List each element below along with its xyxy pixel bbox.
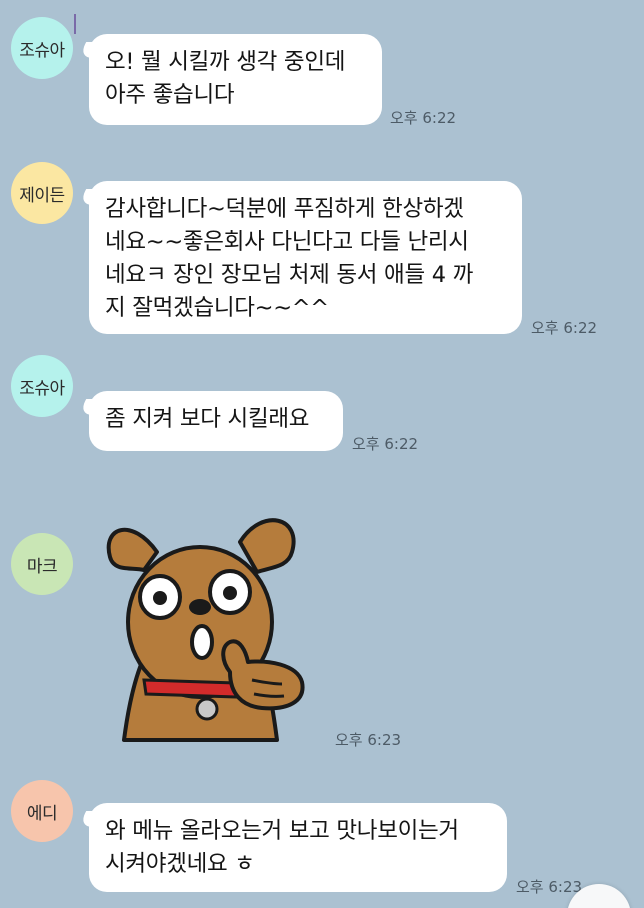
message-time: 오후 6:22 — [352, 435, 419, 453]
avatar-label: 에디 — [26, 803, 58, 824]
message-bubble[interactable]: 오! 뭘 시킬까 생각 중인데 아주 좋습니다 — [89, 34, 382, 125]
avatar-label: 조슈아 — [19, 378, 65, 399]
avatar-label: 마크 — [26, 556, 58, 577]
message-time: 오후 6:23 — [516, 878, 583, 896]
message-time: 오후 6:22 — [390, 109, 457, 127]
dog-sticker-illustration — [106, 518, 305, 742]
chat-room: 조슈아 오! 뭘 시킬까 생각 중인데 아주 좋습니다 오후 6:22 제이든 … — [0, 0, 644, 908]
message-time: 오후 6:22 — [531, 319, 598, 337]
message-bubble[interactable]: 감사합니다~덕분에 푸짐하게 한상하겠 네요~~좋은회사 다닌다고 다들 난리시… — [89, 181, 522, 334]
avatar-label: 조슈아 — [19, 40, 65, 61]
avatar-josua[interactable]: 조슈아 — [11, 355, 73, 417]
avatar-josua[interactable]: 조슈아 — [11, 17, 73, 79]
avatar-mark[interactable]: 마크 — [11, 533, 73, 595]
message-bubble[interactable]: 좀 지켜 보다 시킬래요 — [89, 391, 343, 451]
message-time: 오후 6:23 — [335, 731, 402, 749]
text-cursor — [74, 14, 76, 34]
avatar-label: 제이든 — [19, 185, 65, 206]
avatar-jaden[interactable]: 제이든 — [11, 162, 73, 224]
avatar-eddie[interactable]: 에디 — [11, 780, 73, 842]
dog-thumbs-up-sticker[interactable] — [102, 512, 317, 747]
message-bubble[interactable]: 와 메뉴 올라오는거 보고 맛나보이는거 시켜야겠네요 ㅎ — [89, 803, 507, 892]
